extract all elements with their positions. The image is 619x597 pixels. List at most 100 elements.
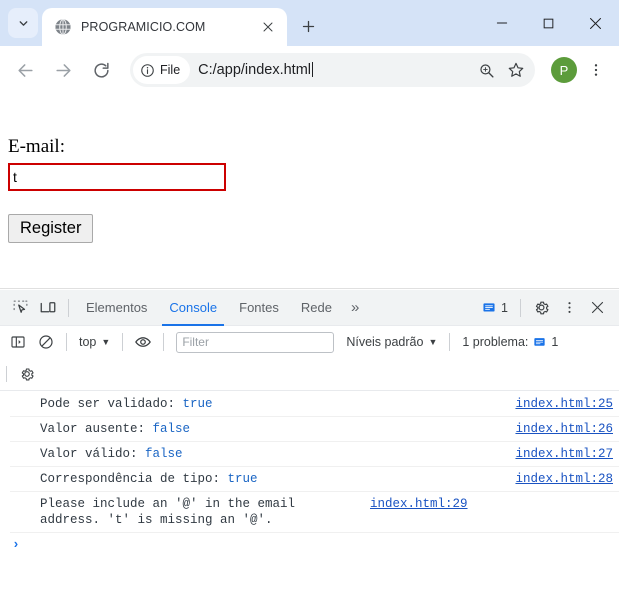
- zoom-button[interactable]: [471, 55, 501, 85]
- devtools-message-count[interactable]: 1: [476, 301, 514, 315]
- devtools-tab-rede[interactable]: Rede: [290, 290, 343, 326]
- info-circle-icon: [141, 63, 154, 77]
- console-context-selector[interactable]: top ▼: [73, 332, 116, 352]
- console-log-levels-dropdown[interactable]: Níveis padrão ▼: [340, 332, 443, 352]
- console-value: false: [145, 447, 183, 461]
- profile-avatar[interactable]: P: [551, 57, 577, 83]
- reload-icon: [93, 62, 109, 78]
- window-close-button[interactable]: [572, 0, 619, 46]
- tab-close-button[interactable]: [257, 16, 279, 38]
- register-button[interactable]: Register: [8, 214, 94, 243]
- devtools-settings-button[interactable]: [527, 294, 555, 322]
- devtools-tab-console[interactable]: Console: [158, 290, 228, 326]
- browser-tab[interactable]: PROGRAMICIO.COM: [42, 8, 287, 46]
- console-message-source[interactable]: index.html:29: [370, 496, 468, 512]
- message-count-label: 1: [501, 300, 508, 315]
- toolbar-divider: [6, 366, 7, 382]
- prompt-chevron-icon: ›: [12, 537, 20, 552]
- inspect-element-button[interactable]: [6, 294, 34, 322]
- gear-icon: [21, 368, 34, 381]
- globe-icon: [55, 18, 71, 36]
- toolbar-divider: [163, 333, 165, 351]
- bookmark-button[interactable]: [501, 55, 531, 85]
- devtools-close-button[interactable]: [583, 294, 611, 322]
- console-message-text: Valor ausente: false: [40, 422, 191, 436]
- clear-console-icon: [39, 335, 53, 349]
- console-settings-button[interactable]: [13, 360, 41, 388]
- console-filter-input[interactable]: [176, 331, 335, 353]
- clear-console-button[interactable]: [32, 328, 60, 356]
- devtools-more-button[interactable]: [555, 294, 583, 322]
- message-badge-icon: [534, 337, 546, 346]
- url-text[interactable]: C:/app/index.html: [198, 62, 471, 78]
- site-info-chip[interactable]: File: [133, 56, 191, 84]
- chevron-down-icon: ▼: [428, 337, 438, 347]
- console-message[interactable]: Valor ausente: false index.html:26: [10, 417, 619, 442]
- new-tab-button[interactable]: [293, 11, 323, 41]
- device-toolbar-icon: [40, 301, 56, 312]
- page-content: E-mail: Register: [0, 94, 619, 251]
- address-bar[interactable]: File C:/app/index.html: [130, 53, 535, 87]
- reload-button[interactable]: [84, 53, 118, 87]
- context-label: top: [79, 335, 97, 349]
- console-prompt[interactable]: ›: [0, 533, 619, 556]
- forward-arrow-icon: [55, 63, 71, 77]
- back-arrow-icon: [17, 63, 33, 77]
- window-controls: [478, 0, 619, 46]
- console-toolbar: top ▼ Níveis padrão ▼ 1 problema:: [0, 326, 619, 391]
- console-message-text: Correspondência de tipo: true: [40, 472, 258, 486]
- devtools-tab-bar: Elementos Console Fontes Rede » 1: [0, 290, 619, 326]
- url-scheme-label: File: [160, 63, 181, 77]
- console-message-source[interactable]: index.html:25: [515, 396, 613, 412]
- forward-button[interactable]: [46, 53, 80, 87]
- console-message[interactable]: Please include an '@' in the email addre…: [10, 492, 619, 533]
- console-sidebar-button[interactable]: [4, 328, 32, 356]
- email-label: E-mail:: [8, 136, 65, 157]
- devtools-tabs-overflow-button[interactable]: »: [343, 290, 367, 326]
- console-message[interactable]: Valor válido: false index.html:27: [10, 442, 619, 467]
- close-icon: [590, 17, 601, 29]
- tab-label: Fontes: [239, 300, 279, 315]
- console-message-source[interactable]: index.html:28: [515, 471, 613, 487]
- back-button[interactable]: [8, 53, 42, 87]
- tab-strip: PROGRAMICIO.COM: [0, 0, 619, 46]
- devtools-tab-elementos[interactable]: Elementos: [75, 290, 158, 326]
- gear-icon: [535, 301, 549, 315]
- three-dots-vertical-icon: [594, 64, 598, 76]
- email-input[interactable]: [8, 163, 226, 191]
- tab-title: PROGRAMICIO.COM: [81, 20, 206, 34]
- maximize-icon: [543, 18, 554, 28]
- message-badge-icon: [483, 302, 495, 311]
- toolbar-divider: [520, 298, 521, 317]
- console-message-source[interactable]: index.html:27: [515, 446, 613, 462]
- console-message-text: Pode ser validado: true: [40, 397, 213, 411]
- problems-count: 1: [551, 335, 559, 349]
- three-dots-vertical-icon: [567, 302, 571, 313]
- browser-menu-button[interactable]: [581, 53, 611, 87]
- inspect-element-icon: [13, 300, 27, 313]
- close-icon: [591, 301, 603, 314]
- devtools-tab-fontes[interactable]: Fontes: [228, 290, 290, 326]
- star-icon: [508, 62, 524, 77]
- chevron-down-icon: ▼: [101, 337, 111, 347]
- tab-search-button[interactable]: [8, 8, 38, 38]
- close-icon: [263, 22, 273, 32]
- live-expression-eye-icon: [135, 337, 152, 347]
- console-message[interactable]: Pode ser validado: true index.html:25: [10, 392, 619, 417]
- window-minimize-button[interactable]: [478, 0, 525, 46]
- console-problems-status[interactable]: 1 problema: 1: [456, 332, 564, 352]
- live-expression-button[interactable]: [129, 328, 157, 356]
- console-value: true: [227, 472, 258, 486]
- console-message-source[interactable]: index.html:26: [515, 421, 613, 437]
- device-toolbar-button[interactable]: [34, 294, 62, 322]
- console-message-text: Please include an '@' in the email addre…: [40, 497, 303, 527]
- toolbar-divider: [68, 298, 69, 317]
- problems-label: 1 problema:: [462, 335, 529, 349]
- devtools-panel: Elementos Console Fontes Rede » 1 top ▼ …: [0, 290, 619, 597]
- window-maximize-button[interactable]: [525, 0, 572, 46]
- console-value: true: [182, 397, 213, 411]
- console-message-text: Valor válido: false: [40, 447, 183, 461]
- chevron-down-icon: [19, 20, 27, 26]
- devtools-tabbar-actions: 1: [476, 294, 613, 322]
- console-message[interactable]: Correspondência de tipo: true index.html…: [10, 467, 619, 492]
